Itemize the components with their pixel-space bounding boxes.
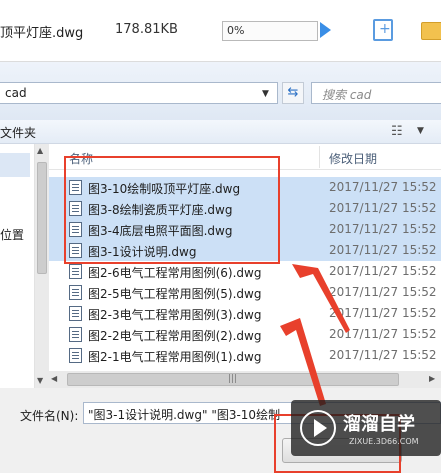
search-input[interactable]: 搜索 cad bbox=[311, 82, 441, 104]
dwg-file-icon bbox=[69, 285, 82, 300]
dwg-file-icon bbox=[69, 327, 82, 342]
highlight-box bbox=[64, 156, 280, 264]
file-row[interactable]: 图2-2电气工程常用图例(2).dwg 2017/11/27 15:52 bbox=[49, 324, 441, 345]
file-date: 2017/11/27 15:52 bbox=[329, 243, 437, 257]
watermark-url: ZIXUE.3D66.COM bbox=[349, 437, 419, 446]
search-placeholder: 搜索 cad bbox=[322, 88, 372, 102]
file-date: 2017/11/27 15:52 bbox=[329, 348, 437, 362]
scroll-up-icon[interactable]: ▲ bbox=[37, 146, 43, 155]
file-date: 2017/11/27 15:52 bbox=[329, 264, 437, 278]
new-file-icon[interactable] bbox=[373, 19, 393, 41]
file-name: 图2-6电气工程常用图例(6).dwg bbox=[88, 266, 262, 280]
file-row[interactable]: 图2-3电气工程常用图例(3).dwg 2017/11/27 15:52 bbox=[49, 303, 441, 324]
file-name: 图2-2电气工程常用图例(2).dwg bbox=[88, 329, 262, 343]
chevron-down-icon[interactable]: ▼ bbox=[262, 89, 269, 99]
address-path: cad bbox=[5, 86, 27, 100]
file-date: 2017/11/27 15:52 bbox=[329, 201, 437, 215]
filename-label: 文件名(N): bbox=[20, 409, 79, 423]
file-date: 2017/11/27 15:52 bbox=[329, 222, 437, 236]
scroll-right-icon[interactable]: ▶ bbox=[429, 374, 435, 383]
horizontal-scrollbar[interactable]: ◀ ||| ▶ bbox=[49, 371, 441, 388]
filename-value: "图3-1设计说明.dwg" "图3-10绘制 bbox=[88, 408, 281, 422]
scrollbar-thumb[interactable]: ||| bbox=[67, 373, 399, 386]
navigation-selected-item[interactable] bbox=[0, 153, 30, 177]
play-icon bbox=[314, 419, 327, 437]
download-progress-bar: 0% bbox=[222, 21, 318, 41]
play-icon[interactable] bbox=[320, 22, 331, 38]
navigation-item-location[interactable]: 位置 bbox=[0, 226, 24, 243]
column-header-date[interactable]: 修改日期 bbox=[329, 150, 377, 167]
download-progress-text: 0% bbox=[227, 24, 245, 37]
refresh-icon[interactable]: ⇆ bbox=[282, 82, 304, 104]
dwg-file-icon bbox=[69, 306, 82, 321]
download-bar: 顶平灯座.dwg 178.81KB 0% bbox=[0, 0, 441, 62]
file-date: 2017/11/27 15:52 bbox=[329, 180, 437, 194]
file-row[interactable]: 图2-5电气工程常用图例(5).dwg 2017/11/27 15:52 bbox=[49, 282, 441, 303]
dwg-file-icon bbox=[69, 264, 82, 279]
file-row[interactable]: 图2-6电气工程常用图例(6).dwg 2017/11/27 15:52 bbox=[49, 261, 441, 282]
file-row[interactable]: 图2-1电气工程常用图例(1).dwg 2017/11/27 15:52 bbox=[49, 345, 441, 366]
scroll-down-icon[interactable]: ▼ bbox=[37, 376, 43, 385]
file-name: 图2-1电气工程常用图例(1).dwg bbox=[88, 350, 262, 364]
file-date: 2017/11/27 15:52 bbox=[329, 285, 437, 299]
file-name: 图2-5电气工程常用图例(5).dwg bbox=[88, 287, 262, 301]
file-name: 图2-3电气工程常用图例(3).dwg bbox=[88, 308, 262, 322]
command-bar: 文件夹 ☷ ▼ bbox=[0, 120, 441, 144]
watermark-title: 溜溜自学 bbox=[343, 414, 415, 435]
scroll-left-icon[interactable]: ◀ bbox=[51, 374, 57, 383]
grip-icon: ||| bbox=[228, 374, 238, 384]
scrollbar-thumb[interactable] bbox=[37, 162, 47, 274]
dwg-file-icon bbox=[69, 348, 82, 363]
navigation-pane: 位置 bbox=[0, 144, 35, 388]
file-date: 2017/11/27 15:52 bbox=[329, 306, 437, 320]
column-divider[interactable] bbox=[319, 146, 320, 168]
file-date: 2017/11/27 15:52 bbox=[329, 327, 437, 341]
new-folder-button[interactable]: 文件夹 bbox=[0, 124, 36, 141]
download-filename: 顶平灯座.dwg bbox=[0, 26, 84, 41]
watermark: 溜溜自学 ZIXUE.3D66.COM bbox=[291, 400, 441, 456]
address-bar[interactable]: cad ▼ bbox=[0, 82, 278, 104]
view-options-icon[interactable]: ☷ bbox=[391, 124, 403, 139]
download-filesize: 178.81KB bbox=[115, 22, 178, 37]
folder-icon[interactable] bbox=[421, 22, 441, 40]
chevron-down-icon[interactable]: ▼ bbox=[417, 126, 424, 136]
